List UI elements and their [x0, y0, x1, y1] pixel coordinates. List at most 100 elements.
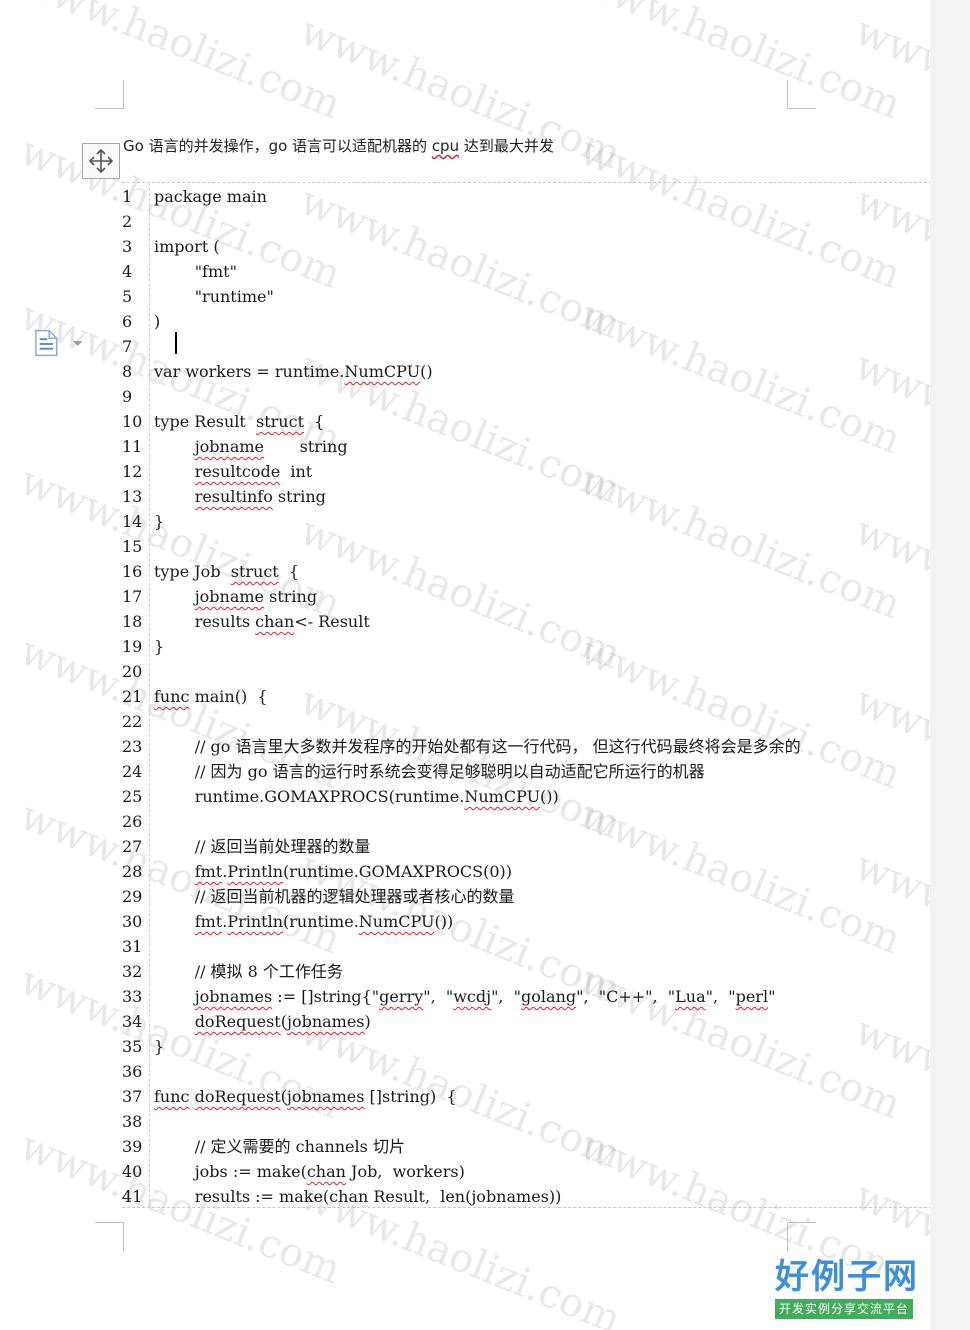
code-line[interactable]: 4 "fmt": [122, 259, 930, 284]
line-number: 9: [122, 387, 133, 406]
code-text: import (: [154, 234, 220, 259]
code-line[interactable]: 41 results := make(chan Result, len(jobn…: [122, 1184, 930, 1207]
line-number: 13: [122, 487, 143, 506]
spellcheck-word: Println: [227, 912, 283, 931]
line-number: 8: [122, 362, 133, 381]
code-text: // 因为 go 语言的运行时系统会变得足够聪明以自动适配它所运行的机器: [154, 759, 705, 784]
line-number: 29: [122, 887, 143, 906]
code-text: "fmt": [154, 259, 237, 284]
code-token: }: [154, 637, 165, 656]
line-number: 16: [122, 562, 143, 581]
code-line[interactable]: 28 fmt.Println(runtime.GOMAXPROCS(0)): [122, 859, 930, 884]
code-line[interactable]: 31: [122, 934, 930, 959]
code-text: type Job struct {: [154, 559, 299, 584]
code-line[interactable]: 27 // 返回当前处理器的数量: [122, 834, 930, 859]
code-line[interactable]: 38: [122, 1109, 930, 1134]
code-line[interactable]: 34 doRequest(jobnames): [122, 1009, 930, 1034]
code-line[interactable]: 11 jobname string: [122, 434, 930, 459]
code-line[interactable]: 35}: [122, 1034, 930, 1059]
code-line[interactable]: 36: [122, 1059, 930, 1084]
line-number: 24: [122, 762, 143, 781]
code-token: package main: [154, 187, 267, 206]
line-number: 7: [122, 337, 133, 356]
code-line[interactable]: 25 runtime.GOMAXPROCS(runtime.NumCPU()): [122, 784, 930, 809]
code-token: ", "C++", ": [576, 987, 676, 1006]
spellcheck-word: chan: [306, 1162, 346, 1181]
code-line[interactable]: 33 jobnames := []string{"gerry", "wcdj",…: [122, 984, 930, 1009]
spellcheck-word: resultcode: [194, 462, 281, 481]
document-icon: [35, 329, 58, 357]
code-line[interactable]: 32 // 模拟 8 个工作任务: [122, 959, 930, 984]
code-token: ", ": [491, 987, 522, 1006]
code-line[interactable]: 9: [122, 384, 930, 409]
line-number: 12: [122, 462, 143, 481]
code-line[interactable]: 10 type Result struct {: [122, 409, 930, 434]
code-line[interactable]: 21 func main() {: [122, 684, 930, 709]
paragraph-options-button[interactable]: [34, 328, 84, 358]
code-line[interactable]: 20: [122, 659, 930, 684]
code-line[interactable]: 23 // go 语言里大多数并发程序的开始处都有这一行代码， 但这行代码最终将…: [122, 734, 930, 759]
line-number: 28: [122, 862, 143, 881]
spellcheck-word: struct: [230, 562, 279, 581]
code-token: type Result: [154, 412, 257, 431]
line-number: 38: [122, 1112, 143, 1131]
code-token: Job, workers): [345, 1162, 465, 1181]
code-line[interactable]: 18 results chan<- Result: [122, 609, 930, 634]
spellcheck-word: func: [154, 687, 190, 706]
code-token: {: [304, 412, 325, 431]
vertical-scroll-gutter[interactable]: [930, 0, 970, 1330]
code-line[interactable]: 17 jobname string: [122, 584, 930, 609]
code-line[interactable]: 37 func doRequest(jobnames []string) {: [122, 1084, 930, 1109]
code-token: ", ": [423, 987, 454, 1006]
code-token: // 返回当前机器的逻辑处理器或者核心的数量: [154, 887, 515, 906]
code-line[interactable]: 12 resultcode int: [122, 459, 930, 484]
line-number: 20: [122, 662, 143, 681]
code-token: import (: [154, 237, 220, 256]
spellcheck-word: struct: [256, 412, 304, 431]
code-line[interactable]: 13 resultinfo string: [122, 484, 930, 509]
line-number: 35: [122, 1037, 143, 1056]
table-move-handle[interactable]: [82, 143, 120, 179]
code-line[interactable]: 6): [122, 309, 930, 334]
code-line[interactable]: 15: [122, 534, 930, 559]
code-token: results := make(: [154, 1187, 330, 1206]
code-line[interactable]: 19}: [122, 634, 930, 659]
code-line[interactable]: 40 jobs := make(chan Job, workers): [122, 1159, 930, 1184]
line-number: 15: [122, 537, 143, 556]
spellcheck-word: perl: [735, 987, 769, 1006]
page-margin-corner-bottom-right: [787, 1222, 816, 1251]
code-token: jobs := make(: [154, 1162, 307, 1181]
code-line[interactable]: 29 // 返回当前机器的逻辑处理器或者核心的数量: [122, 884, 930, 909]
code-listing[interactable]: 1 package main 2 3 import (4 "fmt" 5 "runtime…: [122, 182, 930, 1208]
code-line[interactable]: 1 package main: [122, 184, 930, 209]
code-line[interactable]: 39 // 定义需要的 channels 切片: [122, 1134, 930, 1159]
code-line[interactable]: 8 var workers = runtime.NumCPU(): [122, 359, 930, 384]
code-line[interactable]: 16 type Job struct {: [122, 559, 930, 584]
code-text: jobname string: [154, 434, 348, 459]
watermark-text: www.haolizi.com: [13, 0, 348, 129]
code-line[interactable]: 3 import (: [122, 234, 930, 259]
code-line[interactable]: 24 // 因为 go 语言的运行时系统会变得足够聪明以自动适配它所运行的机器: [122, 759, 930, 784]
code-line[interactable]: 14}: [122, 509, 930, 534]
code-line[interactable]: 22: [122, 709, 930, 734]
code-line[interactable]: 7: [122, 334, 930, 359]
line-number: 2: [122, 212, 133, 231]
code-line[interactable]: 26: [122, 809, 930, 834]
code-token: }: [154, 512, 165, 531]
document-heading: Go 语言的并发操作，go 语言可以适配机器的 cpu 达到最大并发: [123, 135, 554, 156]
line-number: 39: [122, 1137, 143, 1156]
code-text: func main() {: [154, 684, 268, 709]
code-text: var workers = runtime.NumCPU(): [154, 359, 433, 384]
spellcheck-word: chan: [329, 1187, 369, 1206]
spellcheck-word: jobname: [194, 437, 265, 456]
line-number: 25: [122, 787, 143, 806]
code-line[interactable]: 5 "runtime": [122, 284, 930, 309]
code-token: ": [768, 987, 776, 1006]
code-line[interactable]: 2: [122, 209, 930, 234]
spellcheck-word: jobnames: [286, 1012, 365, 1031]
line-number: 10: [122, 412, 143, 431]
code-line[interactable]: 30 fmt.Println(runtime.NumCPU()): [122, 909, 930, 934]
